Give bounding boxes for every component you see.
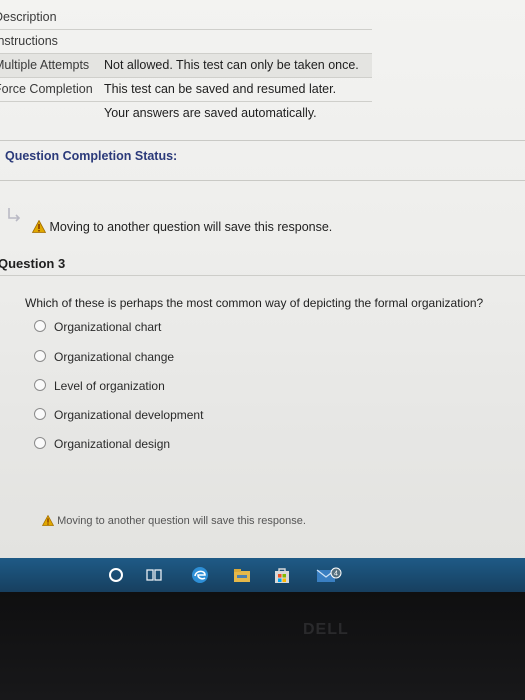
answer-option-1[interactable]: Organizational chart	[34, 320, 161, 338]
test-info-table: Description Instructions Multiple Attemp…	[0, 6, 372, 125]
dell-logo: DELL	[303, 621, 349, 638]
warning-icon	[32, 220, 46, 233]
info-row-instructions: Instructions	[0, 30, 372, 54]
divider	[0, 180, 525, 181]
answer-option-5[interactable]: Organizational design	[34, 437, 170, 455]
warning-text: Moving to another question will save thi…	[49, 220, 333, 234]
answer-option-3[interactable]: Level of organization	[34, 379, 165, 397]
cortana-circle-icon[interactable]	[106, 565, 126, 585]
radio-button[interactable]	[34, 320, 46, 332]
info-label: Instructions	[0, 34, 58, 48]
option-label: Organizational development	[54, 408, 204, 422]
info-row-force-completion: Force Completion This test can be saved …	[0, 78, 372, 102]
info-value: Your answers are saved automatically.	[104, 106, 317, 120]
laptop-bezel: DELL	[0, 592, 525, 700]
store-icon[interactable]	[272, 565, 292, 585]
save-warning-bottom: Moving to another question will save thi…	[42, 515, 306, 527]
info-label: Multiple Attempts	[0, 58, 90, 72]
radio-button[interactable]	[34, 408, 46, 420]
info-value: Not allowed. This test can only be taken…	[104, 58, 359, 72]
option-label: Organizational change	[54, 350, 175, 364]
option-label: Organizational design	[54, 437, 171, 451]
question-header: Question 3	[0, 253, 525, 276]
option-label: Organizational chart	[54, 320, 162, 334]
save-warning-top: Moving to another question will save thi…	[0, 206, 525, 246]
radio-button[interactable]	[34, 437, 46, 449]
question-completion-status: Question Completion Status:	[5, 149, 178, 163]
windows-taskbar: 4	[0, 558, 525, 592]
warning-text: Moving to another question will save thi…	[57, 515, 306, 527]
file-explorer-icon[interactable]	[232, 565, 252, 585]
radio-button[interactable]	[34, 379, 46, 391]
warning-icon	[42, 515, 54, 526]
answer-option-2[interactable]: Organizational change	[34, 350, 174, 368]
mail-icon[interactable]: 4	[316, 565, 342, 585]
divider	[0, 140, 525, 141]
info-row-description: Description	[0, 6, 372, 30]
info-row-multiple-attempts: Multiple Attempts Not allowed. This test…	[0, 54, 372, 78]
browser-screen: Description Instructions Multiple Attemp…	[0, 0, 525, 592]
task-view-icon[interactable]	[144, 565, 164, 585]
mail-badge: 4	[334, 571, 338, 578]
info-value: This test can be saved and resumed later…	[104, 82, 337, 96]
info-row-autosave: Your answers are saved automatically.	[0, 102, 372, 125]
option-label: Level of organization	[54, 379, 165, 393]
info-label: Description	[0, 10, 57, 24]
answer-option-4[interactable]: Organizational development	[34, 408, 203, 426]
edge-icon[interactable]	[190, 565, 210, 585]
radio-button[interactable]	[34, 350, 46, 362]
return-arrow-icon	[8, 208, 21, 222]
question-text: Which of these is perhaps the most commo…	[25, 296, 484, 310]
info-label: Force Completion	[0, 82, 93, 96]
question-title: Question 3	[0, 256, 66, 271]
warning-message: Moving to another question will save thi…	[32, 220, 332, 234]
